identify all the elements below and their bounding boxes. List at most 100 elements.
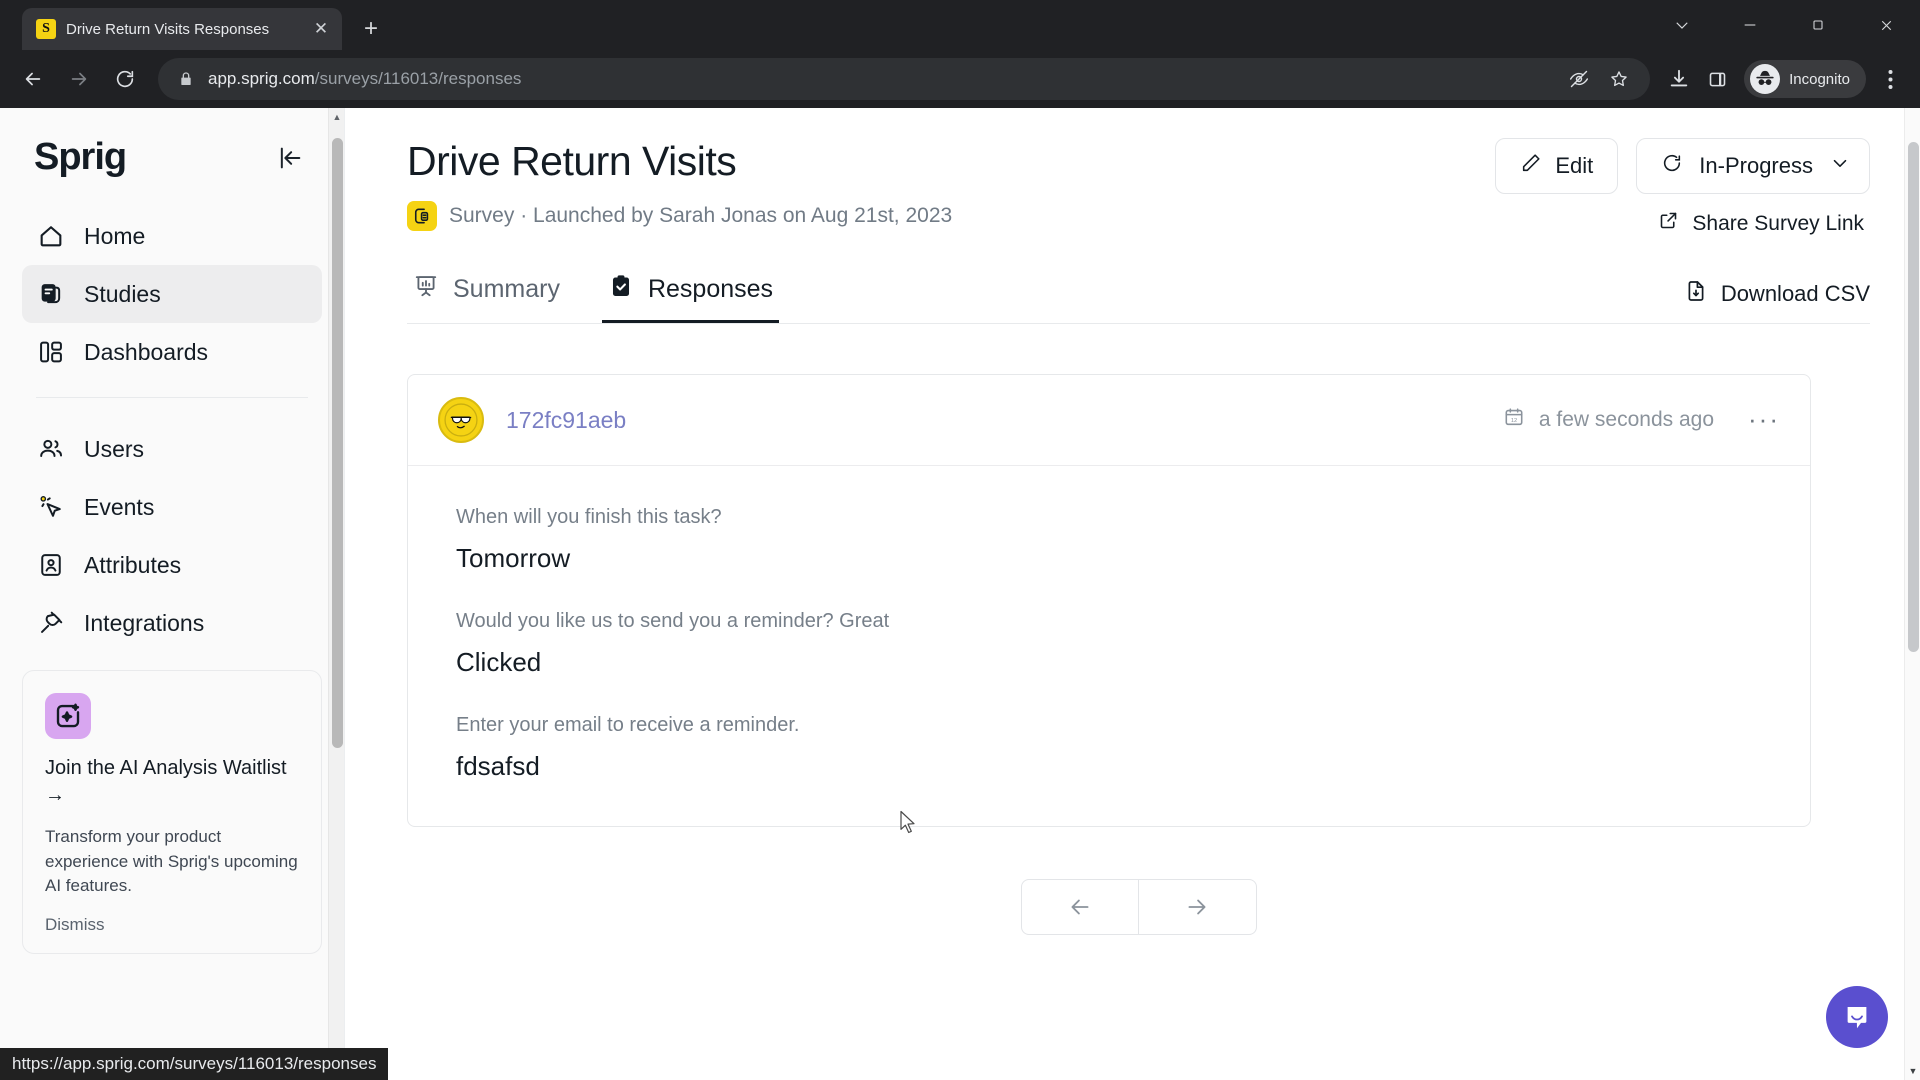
qa-block: Would you like us to send you a reminder… xyxy=(456,610,1762,678)
sidebar-item-integrations[interactable]: Integrations xyxy=(22,594,322,652)
question-text: Would you like us to send you a reminder… xyxy=(456,610,890,632)
download-csv-label: Download CSV xyxy=(1720,281,1870,306)
eye-off-icon[interactable] xyxy=(1562,62,1596,96)
tabs-row: Summary Responses Download CSV xyxy=(407,273,1870,324)
chat-support-button[interactable] xyxy=(1826,986,1888,1048)
sidebar-header: Sprig xyxy=(0,108,344,201)
clipboard-check-icon xyxy=(608,273,634,306)
response-card: 172fc91aeb 12 a few seconds ago ··· When… xyxy=(407,374,1811,827)
tab-summary[interactable]: Summary xyxy=(407,273,566,323)
question-text: Enter your email to receive a reminder. xyxy=(456,714,800,736)
sidebar-divider xyxy=(36,397,308,398)
sidebar-item-attributes[interactable]: Attributes xyxy=(22,536,322,594)
pagination xyxy=(407,879,1870,935)
previous-page-button[interactable] xyxy=(1020,879,1139,935)
sidebar-item-events[interactable]: Events xyxy=(22,478,322,536)
back-icon[interactable] xyxy=(12,58,54,100)
close-icon[interactable]: ✕ xyxy=(310,18,332,40)
scroll-up-arrow-icon[interactable]: ▲ xyxy=(329,108,345,126)
tab-list: Summary Responses xyxy=(407,273,780,323)
chevron-down-icon xyxy=(1829,152,1851,180)
omnibox-actions xyxy=(1562,62,1636,96)
timestamp-label: a few seconds ago xyxy=(1538,408,1715,431)
maximize-icon[interactable] xyxy=(1784,0,1852,50)
downloads-icon[interactable] xyxy=(1662,62,1696,96)
page-subtitle: Survey · Launched by Sarah Jonas on Aug … xyxy=(449,204,953,227)
users-icon xyxy=(36,434,66,464)
window-controls xyxy=(1648,0,1920,50)
new-tab-button[interactable]: + xyxy=(354,12,388,46)
page-scrollbar[interactable]: ▼ xyxy=(1904,108,1920,1080)
page-title: Drive Return Visits xyxy=(407,138,737,184)
attributes-icon xyxy=(36,550,66,580)
browser-window: S Drive Return Visits Responses ✕ + app.… xyxy=(0,0,1920,1080)
response-more-menu[interactable]: ··· xyxy=(1748,407,1780,432)
ai-card-title[interactable]: Join the AI Analysis Waitlist → xyxy=(45,755,299,809)
sidebar-item-users[interactable]: Users xyxy=(22,420,322,478)
share-label: Share Survey Link xyxy=(1692,211,1864,235)
answer-text: Tomorrow xyxy=(456,543,571,573)
next-page-button[interactable] xyxy=(1138,879,1257,935)
response-meta: 12 a few seconds ago ··· xyxy=(1503,406,1780,434)
header-button-row: Edit In-Progress xyxy=(1495,138,1870,194)
calendar-icon: 12 xyxy=(1503,406,1525,434)
integrations-icon xyxy=(36,608,66,638)
sidebar-item-label: Home xyxy=(84,222,146,249)
side-panel-icon[interactable] xyxy=(1700,62,1734,96)
forward-icon[interactable] xyxy=(58,58,100,100)
collapse-sidebar-icon[interactable] xyxy=(276,144,304,172)
minimize-icon[interactable] xyxy=(1716,0,1784,50)
sidebar-item-label: Integrations xyxy=(84,609,205,636)
incognito-label: Incognito xyxy=(1789,70,1850,88)
sidebar-nav-secondary: Users Events Attributes Integrations xyxy=(0,414,344,652)
url-text: app.sprig.com/surveys/116013/responses xyxy=(208,69,1548,89)
sidebar-item-label: Events xyxy=(84,493,155,520)
sidebar-item-label: Studies xyxy=(84,280,161,307)
pencil-icon xyxy=(1520,152,1542,180)
page-scroll-thumb[interactable] xyxy=(1908,142,1919,652)
chevron-down-icon[interactable] xyxy=(1648,0,1716,50)
sprig-logo[interactable]: Sprig xyxy=(34,136,127,179)
sidebar-item-label: Users xyxy=(84,435,145,462)
file-download-icon xyxy=(1684,279,1708,309)
bookmark-star-icon[interactable] xyxy=(1602,62,1636,96)
mouse-cursor xyxy=(900,810,915,834)
sidebar-item-home[interactable]: Home xyxy=(22,207,322,265)
incognito-profile-button[interactable]: Incognito xyxy=(1744,60,1866,98)
avatar xyxy=(438,397,484,443)
external-link-icon xyxy=(1658,210,1679,237)
sidebar-item-label: Dashboards xyxy=(84,338,209,365)
reload-icon[interactable] xyxy=(104,58,146,100)
response-id-link[interactable]: 172fc91aeb xyxy=(506,407,626,434)
page-scroll-down-arrow-icon[interactable]: ▼ xyxy=(1905,1062,1920,1080)
studies-icon xyxy=(36,279,66,309)
status-dropdown[interactable]: In-Progress xyxy=(1636,138,1870,194)
ai-card-body: Transform your product experience with S… xyxy=(45,827,298,896)
browser-tab[interactable]: S Drive Return Visits Responses ✕ xyxy=(22,8,342,50)
qa-block: Enter your email to receive a reminder. … xyxy=(456,714,1762,782)
browser-menu-icon[interactable] xyxy=(1872,61,1908,97)
incognito-avatar-icon xyxy=(1750,64,1781,94)
page-header: Drive Return Visits Survey · Launched by… xyxy=(407,138,1870,237)
question-text: When will you finish this task? xyxy=(456,506,722,528)
dismiss-button[interactable]: Dismiss xyxy=(45,915,299,935)
home-icon xyxy=(36,221,66,251)
sidebar-item-studies[interactable]: Studies xyxy=(22,265,322,323)
dashboards-icon xyxy=(36,337,66,367)
qa-block: When will you finish this task? Tomorrow xyxy=(456,506,1762,574)
tab-responses[interactable]: Responses xyxy=(601,273,780,323)
sidebar-scrollbar[interactable]: ▲ ▼ xyxy=(328,108,344,1080)
svg-text:12: 12 xyxy=(1511,418,1517,424)
sidebar: Sprig Home Studies Dashboards Users Even… xyxy=(0,108,345,1080)
page-viewport: Sprig Home Studies Dashboards Users Even… xyxy=(0,108,1920,1080)
download-csv-button[interactable]: Download CSV xyxy=(1684,279,1870,323)
window-close-icon[interactable] xyxy=(1852,0,1920,50)
sidebar-item-dashboards[interactable]: Dashboards xyxy=(22,323,322,381)
survey-type-icon xyxy=(407,201,437,231)
share-survey-link-button[interactable]: Share Survey Link xyxy=(1658,202,1870,237)
ai-analysis-waitlist-card[interactable]: Join the AI Analysis Waitlist → Transfor… xyxy=(22,670,322,954)
edit-button[interactable]: Edit xyxy=(1495,138,1619,194)
sidebar-scroll-thumb[interactable] xyxy=(332,138,343,748)
lock-icon xyxy=(178,71,194,87)
address-bar[interactable]: app.sprig.com/surveys/116013/responses xyxy=(158,58,1651,100)
